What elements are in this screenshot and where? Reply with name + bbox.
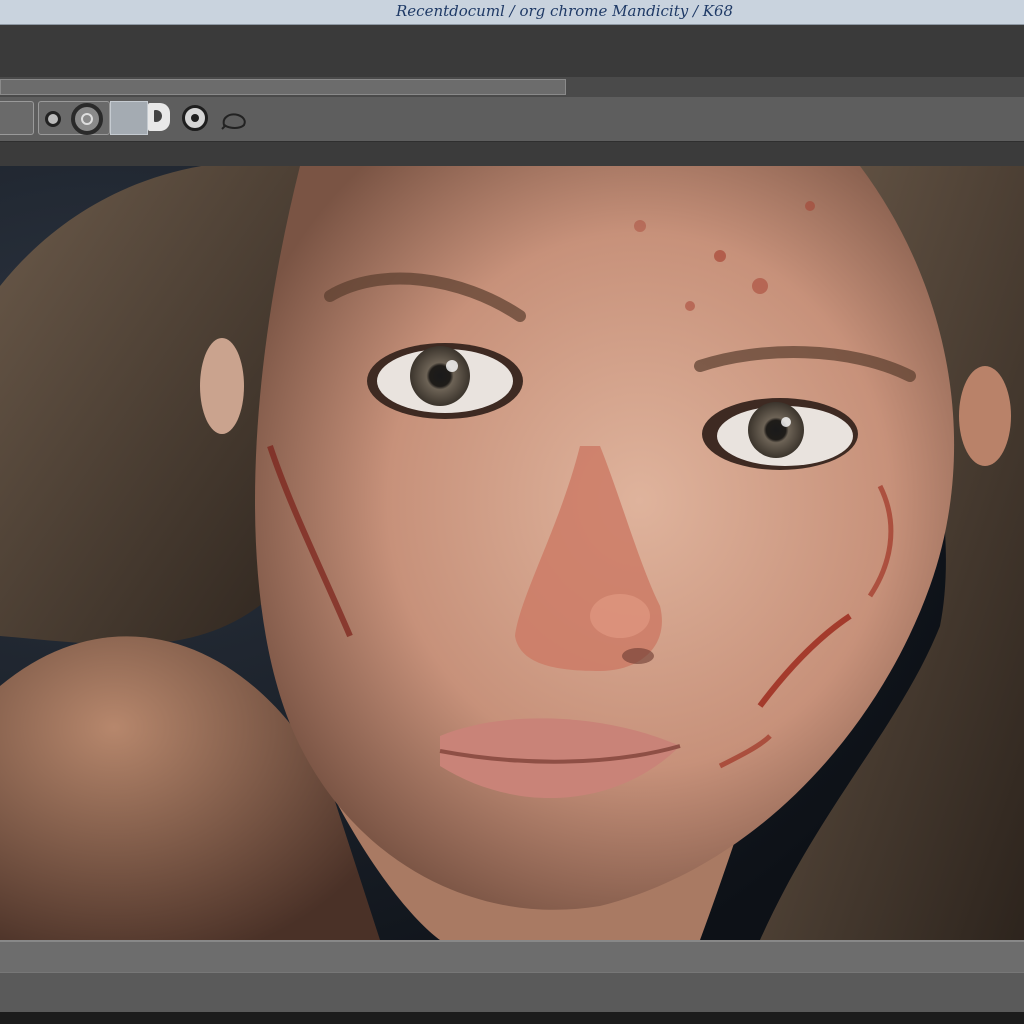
options-field[interactable] bbox=[0, 79, 566, 95]
document-canvas[interactable] bbox=[0, 166, 1024, 940]
tool-bar bbox=[0, 97, 1024, 142]
options-bar bbox=[0, 77, 1024, 97]
camera-icon bbox=[45, 111, 61, 127]
camera-button[interactable] bbox=[38, 101, 110, 135]
screen-bezel bbox=[0, 1012, 1024, 1024]
bottom-panel bbox=[0, 972, 1024, 1013]
portrait-photo bbox=[0, 166, 1024, 940]
panel-icon[interactable] bbox=[0, 101, 34, 135]
lens-ring-icon bbox=[71, 103, 103, 135]
window-titlebar: Recentdocuml / org chrome Mandicity / K6… bbox=[0, 0, 1024, 25]
status-bar bbox=[0, 940, 1024, 974]
lens-inner-icon bbox=[81, 113, 93, 125]
canvas-header bbox=[0, 142, 1024, 168]
window-title: Recentdocuml / org chrome Mandicity / K6… bbox=[396, 2, 734, 20]
toggle-icon[interactable] bbox=[148, 103, 170, 131]
lasso-icon[interactable] bbox=[216, 107, 252, 133]
swatch-icon[interactable] bbox=[110, 101, 148, 135]
lens-icon[interactable] bbox=[182, 105, 208, 131]
menu-bar bbox=[0, 25, 1024, 99]
